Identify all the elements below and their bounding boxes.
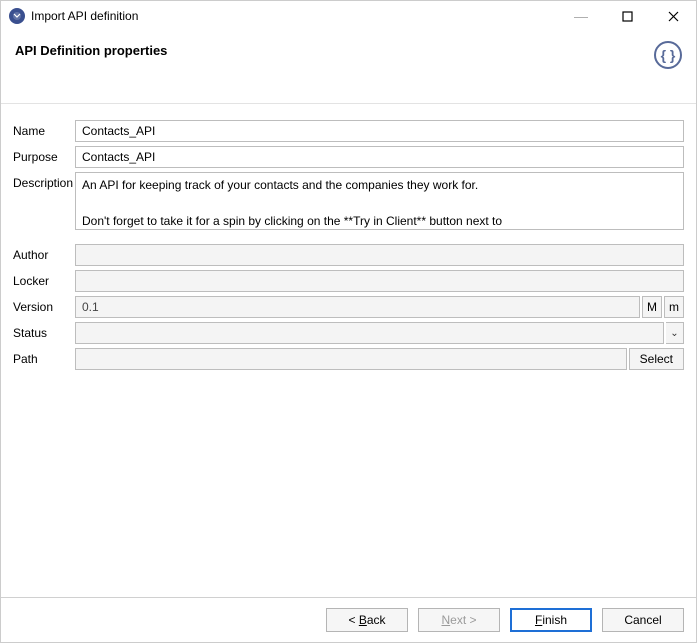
purpose-label: Purpose (13, 146, 75, 164)
description-field[interactable] (75, 172, 684, 230)
status-label: Status (13, 322, 75, 340)
titlebar: Import API definition — (1, 1, 696, 31)
window-controls: — (558, 1, 696, 31)
author-label: Author (13, 244, 75, 262)
name-field[interactable] (75, 120, 684, 142)
path-label: Path (13, 348, 75, 366)
version-major-button[interactable]: M (642, 296, 662, 318)
maximize-button[interactable] (604, 1, 650, 31)
description-label: Description (13, 172, 75, 190)
next-button: Next > (418, 608, 500, 632)
path-select-button[interactable]: Select (629, 348, 684, 370)
purpose-field[interactable] (75, 146, 684, 168)
finish-button[interactable]: Finish (510, 608, 592, 632)
author-field (75, 244, 684, 266)
status-select[interactable]: ⌄ (75, 322, 684, 344)
version-field: 0.1 (75, 296, 640, 318)
api-braces-icon: { } (654, 41, 682, 69)
back-button[interactable]: < Back (326, 608, 408, 632)
version-label: Version (13, 296, 75, 314)
locker-label: Locker (13, 270, 75, 288)
status-value (75, 322, 664, 344)
minimize-button[interactable]: — (558, 1, 604, 31)
form-area: Name Purpose Description Author Locker V… (1, 104, 696, 597)
window-title: Import API definition (31, 9, 558, 23)
path-field (75, 348, 627, 370)
wizard-header: API Definition properties { } (1, 31, 696, 104)
close-button[interactable] (650, 1, 696, 31)
app-icon (9, 8, 25, 24)
name-label: Name (13, 120, 75, 138)
chevron-down-icon: ⌄ (666, 322, 684, 344)
locker-field (75, 270, 684, 292)
page-title: API Definition properties (15, 43, 167, 58)
cancel-button[interactable]: Cancel (602, 608, 684, 632)
wizard-footer: < Back Next > Finish Cancel (1, 597, 696, 642)
version-minor-button[interactable]: m (664, 296, 684, 318)
